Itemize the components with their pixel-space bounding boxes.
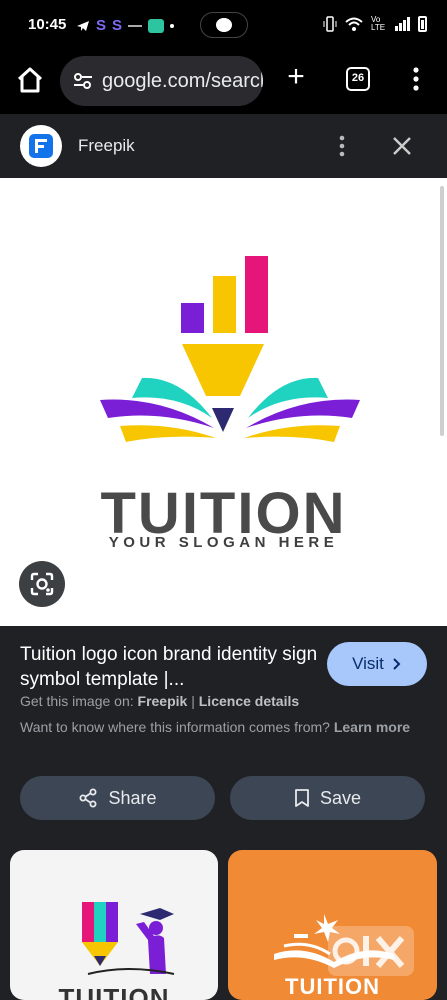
info-question-text: Want to know where this information come… <box>20 719 330 735</box>
site-settings-icon[interactable] <box>72 70 94 92</box>
telegram-icon <box>77 20 89 31</box>
status-system-icons: Vo LTE <box>323 16 427 32</box>
chevron-right-icon <box>393 658 401 670</box>
source-separator: | <box>191 693 195 709</box>
share-button[interactable]: Share <box>20 776 215 820</box>
app-icon <box>128 24 143 27</box>
pencil-graduate-logo <box>82 902 175 975</box>
hotspot-indicator <box>200 12 248 38</box>
s-app-icon: S <box>96 17 107 34</box>
vibrate-icon <box>323 16 337 32</box>
plus-icon[interactable]: + <box>282 62 310 92</box>
hotspot-icon <box>216 18 232 32</box>
related-image-card[interactable]: TUITION <box>228 850 437 1000</box>
close-icon[interactable] <box>388 132 416 160</box>
battery-icon <box>418 16 427 32</box>
browser-toolbar: google.com/search + 26 <box>0 52 447 114</box>
notification-dot <box>170 23 175 28</box>
more-vert-icon[interactable] <box>404 64 428 94</box>
related-image-title: TUITION <box>285 974 380 999</box>
freepik-logo-mark <box>29 134 53 158</box>
related-images-grid: TUITION TUITION <box>0 850 447 1000</box>
address-bar[interactable]: google.com/search <box>60 56 263 106</box>
logo-bar-tall <box>245 256 268 333</box>
status-notification-icons: S S <box>76 17 175 34</box>
bookmark-icon <box>295 789 309 807</box>
source-prefix: Get this image on: <box>20 693 134 709</box>
related-image-card[interactable]: TUITION <box>10 850 218 1000</box>
source-name[interactable]: Freepik <box>78 136 135 156</box>
image-title[interactable]: Tuition logo icon brand identity sign sy… <box>20 642 320 692</box>
image-source-line: Get this image on: Freepik | Licence det… <box>20 693 299 709</box>
visit-button[interactable]: Visit <box>327 642 427 686</box>
more-vert-icon[interactable] <box>334 130 350 162</box>
share-label: Share <box>108 787 157 808</box>
preview-image[interactable]: TUITION YOUR SLOGAN HERE <box>0 178 447 626</box>
status-time: 10:45 <box>28 16 67 33</box>
olx-watermark <box>328 926 414 976</box>
logo-wing-right-yellow <box>244 425 340 442</box>
image-source-header: Freepik <box>0 114 447 178</box>
visit-label: Visit <box>352 654 384 673</box>
freepik-logo[interactable] <box>20 125 62 167</box>
tuition-logo-graphic <box>100 256 360 442</box>
s-app-icon: S <box>112 17 123 34</box>
signal-icon <box>395 17 410 31</box>
licence-details-link[interactable]: Licence details <box>199 693 299 709</box>
source-link[interactable]: Freepik <box>138 693 188 709</box>
logo-pencil-tip <box>212 408 234 432</box>
url-text: google.com/search <box>102 69 263 92</box>
image-info-panel: Tuition logo icon brand identity sign sy… <box>0 626 447 850</box>
network-label: Vo LTE <box>371 15 386 32</box>
save-button[interactable]: Save <box>230 776 425 820</box>
learn-more-link[interactable]: Learn more <box>334 719 410 735</box>
info-question: Want to know where this information come… <box>20 717 420 737</box>
share-icon <box>79 788 97 808</box>
related-image-title: TUITION <box>58 983 170 1000</box>
logo-pencil <box>182 344 264 396</box>
status-bar: 10:45 S S Vo LTE <box>0 0 447 52</box>
logo-slogan: YOUR SLOGAN HERE <box>108 534 339 551</box>
home-icon[interactable] <box>14 64 46 96</box>
scrollbar-thumb[interactable] <box>440 186 444 436</box>
lens-icon <box>30 572 54 596</box>
wifi-icon <box>345 17 363 31</box>
logo-wing-left-yellow <box>120 425 216 442</box>
logo-bar-small <box>181 303 204 333</box>
google-lens-button[interactable] <box>19 561 65 607</box>
logo-bar-medium <box>213 276 236 333</box>
tabs-icon[interactable]: 26 <box>346 67 370 91</box>
app-icon <box>148 18 165 33</box>
save-label: Save <box>319 787 362 808</box>
